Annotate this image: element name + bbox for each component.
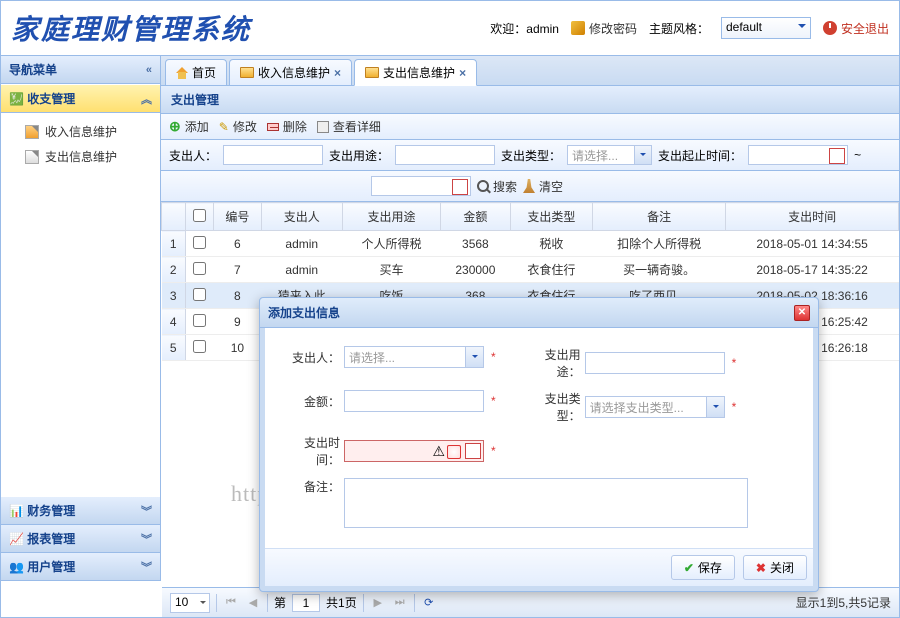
collapse-icon[interactable]: « — [146, 64, 152, 76]
table-row[interactable]: 1 6admin 个人所得税3568 税收扣除个人所得税 2018-05-01 … — [162, 231, 899, 257]
minus-icon — [267, 123, 279, 131]
dialog-title: 添加支出信息 — [268, 304, 340, 321]
tab-bar: 首页 收入信息维护× 支出信息维护× — [161, 56, 899, 86]
folder-icon — [240, 67, 254, 78]
search-icon — [477, 180, 489, 192]
chevron-down-icon: ︾ — [141, 559, 152, 575]
doc-icon — [25, 150, 39, 164]
sidebar-panel-finance[interactable]: 📊 财务管理︾ — [1, 497, 160, 525]
dialog-note-textarea[interactable] — [344, 478, 748, 528]
dialog-type-select[interactable]: 请选择支出类型... — [585, 396, 725, 418]
exit-icon — [823, 21, 837, 35]
dialog-payer-select[interactable]: 请选择... — [344, 346, 484, 368]
table-row[interactable]: 2 7admin 买车230000 衣食住行买一辆奇骏。 2018-05-17 … — [162, 257, 899, 283]
time-label: 支出起止时间： — [658, 147, 742, 164]
theme-select[interactable]: default — [721, 17, 811, 39]
welcome-text: 欢迎：admin — [490, 20, 559, 37]
check-icon: ✔ — [684, 561, 694, 575]
row-checkbox[interactable] — [193, 340, 206, 353]
col-type[interactable]: 支出类型 — [510, 203, 592, 231]
app-header: 家庭理财管理系统 欢迎：admin 修改密码 主题风格： default 安全退… — [1, 1, 899, 56]
tab-expense[interactable]: 支出信息维护× — [354, 59, 477, 86]
calendar-icon — [465, 443, 481, 459]
app-logo: 家庭理财管理系统 — [11, 8, 251, 48]
theme-label: 主题风格： — [649, 20, 709, 37]
payer-input[interactable] — [223, 145, 323, 165]
search-bar-2: 搜索 清空 — [161, 171, 899, 202]
col-id[interactable]: 编号 — [214, 203, 262, 231]
row-checkbox[interactable] — [193, 236, 206, 249]
prev-page-button[interactable]: ◀ — [245, 595, 261, 611]
next-page-button[interactable]: ▶ — [370, 595, 386, 611]
detail-button[interactable]: 查看详细 — [317, 118, 381, 135]
pencil-icon: ✎ — [219, 120, 229, 134]
tab-income[interactable]: 收入信息维护× — [229, 59, 352, 85]
x-icon: ✖ — [756, 561, 766, 575]
warning-icon: ⚠ — [432, 443, 445, 460]
col-note[interactable]: 备注 — [593, 203, 726, 231]
type-label: 支出类型： — [501, 147, 561, 164]
col-amount[interactable]: 金额 — [441, 203, 510, 231]
close-button[interactable]: ✖关闭 — [743, 555, 807, 580]
row-checkbox[interactable] — [193, 314, 206, 327]
row-checkbox[interactable] — [193, 288, 206, 301]
select-all-checkbox[interactable] — [193, 209, 206, 222]
chevron-down-icon: ︾ — [141, 531, 152, 547]
edit-button[interactable]: ✎修改 — [219, 118, 257, 135]
purpose-input[interactable] — [395, 145, 495, 165]
last-page-button[interactable]: ⏭ — [392, 595, 408, 611]
sidebar: 导航菜单« 💹 收支管理︽ 收入信息维护 支出信息维护 📊 财务管理︾ 📈 报表… — [1, 56, 161, 581]
chevron-down-icon: ︾ — [141, 503, 152, 519]
dialog-header[interactable]: 添加支出信息 ✕ — [260, 298, 818, 328]
sidebar-panel-income-expense[interactable]: 💹 收支管理︽ — [1, 84, 160, 113]
close-icon[interactable]: × — [334, 66, 341, 80]
doc-icon — [25, 125, 39, 139]
detail-icon — [317, 121, 329, 133]
sidebar-panel-user[interactable]: 👥 用户管理︾ — [1, 553, 160, 581]
broom-icon — [523, 179, 535, 193]
search-button[interactable]: 搜索 — [477, 178, 517, 195]
pager-info: 显示1到5,共5记录 — [796, 594, 891, 611]
sidebar-title[interactable]: 导航菜单« — [1, 56, 160, 84]
page-input[interactable] — [292, 594, 320, 612]
dialog-purpose-input[interactable] — [585, 352, 725, 374]
dialog-time-input[interactable]: ⚠ — [344, 440, 484, 462]
date-from-input[interactable] — [748, 145, 848, 165]
col-purpose[interactable]: 支出用途 — [342, 203, 440, 231]
change-password-link[interactable]: 修改密码 — [571, 20, 637, 37]
section-title: 支出管理 — [161, 86, 899, 114]
close-icon[interactable]: × — [459, 66, 466, 80]
col-time[interactable]: 支出时间 — [726, 203, 899, 231]
purpose-label: 支出用途： — [329, 147, 389, 164]
sidebar-item-income[interactable]: 收入信息维护 — [7, 119, 154, 144]
dialog-amount-input[interactable] — [344, 390, 484, 412]
toolbar: ⊕添加 ✎修改 删除 查看详细 — [161, 114, 899, 140]
delete-button[interactable]: 删除 — [267, 118, 307, 135]
dialog-close-button[interactable]: ✕ — [794, 305, 810, 321]
first-page-button[interactable]: ⏮ — [223, 595, 239, 611]
logout-link[interactable]: 安全退出 — [823, 20, 889, 37]
date-to-input[interactable] — [371, 176, 471, 196]
page-size-select[interactable]: 10 — [170, 593, 210, 613]
payer-label: 支出人： — [169, 147, 217, 164]
folder-icon — [365, 67, 379, 78]
refresh-button[interactable]: ⟳ — [421, 595, 437, 611]
add-expense-dialog: 添加支出信息 ✕ 支出人：请选择...* 支出用途：* 金额：* 支出类型：请选… — [259, 297, 819, 592]
clear-button[interactable]: 清空 — [523, 178, 563, 195]
plus-icon: ⊕ — [169, 118, 181, 135]
save-button[interactable]: ✔保存 — [671, 555, 735, 580]
type-select[interactable]: 请选择... — [567, 145, 652, 165]
add-button[interactable]: ⊕添加 — [169, 118, 209, 135]
row-checkbox[interactable] — [193, 262, 206, 275]
key-icon — [571, 21, 585, 35]
home-icon — [176, 67, 188, 79]
search-bar: 支出人： 支出用途： 支出类型： 请选择... 支出起止时间： ~ — [161, 140, 899, 171]
sidebar-item-expense[interactable]: 支出信息维护 — [7, 144, 154, 169]
sidebar-panel-report[interactable]: 📈 报表管理︾ — [1, 525, 160, 553]
chevron-up-icon: ︽ — [141, 91, 152, 107]
col-payer[interactable]: 支出人 — [261, 203, 342, 231]
tab-home[interactable]: 首页 — [165, 59, 227, 85]
